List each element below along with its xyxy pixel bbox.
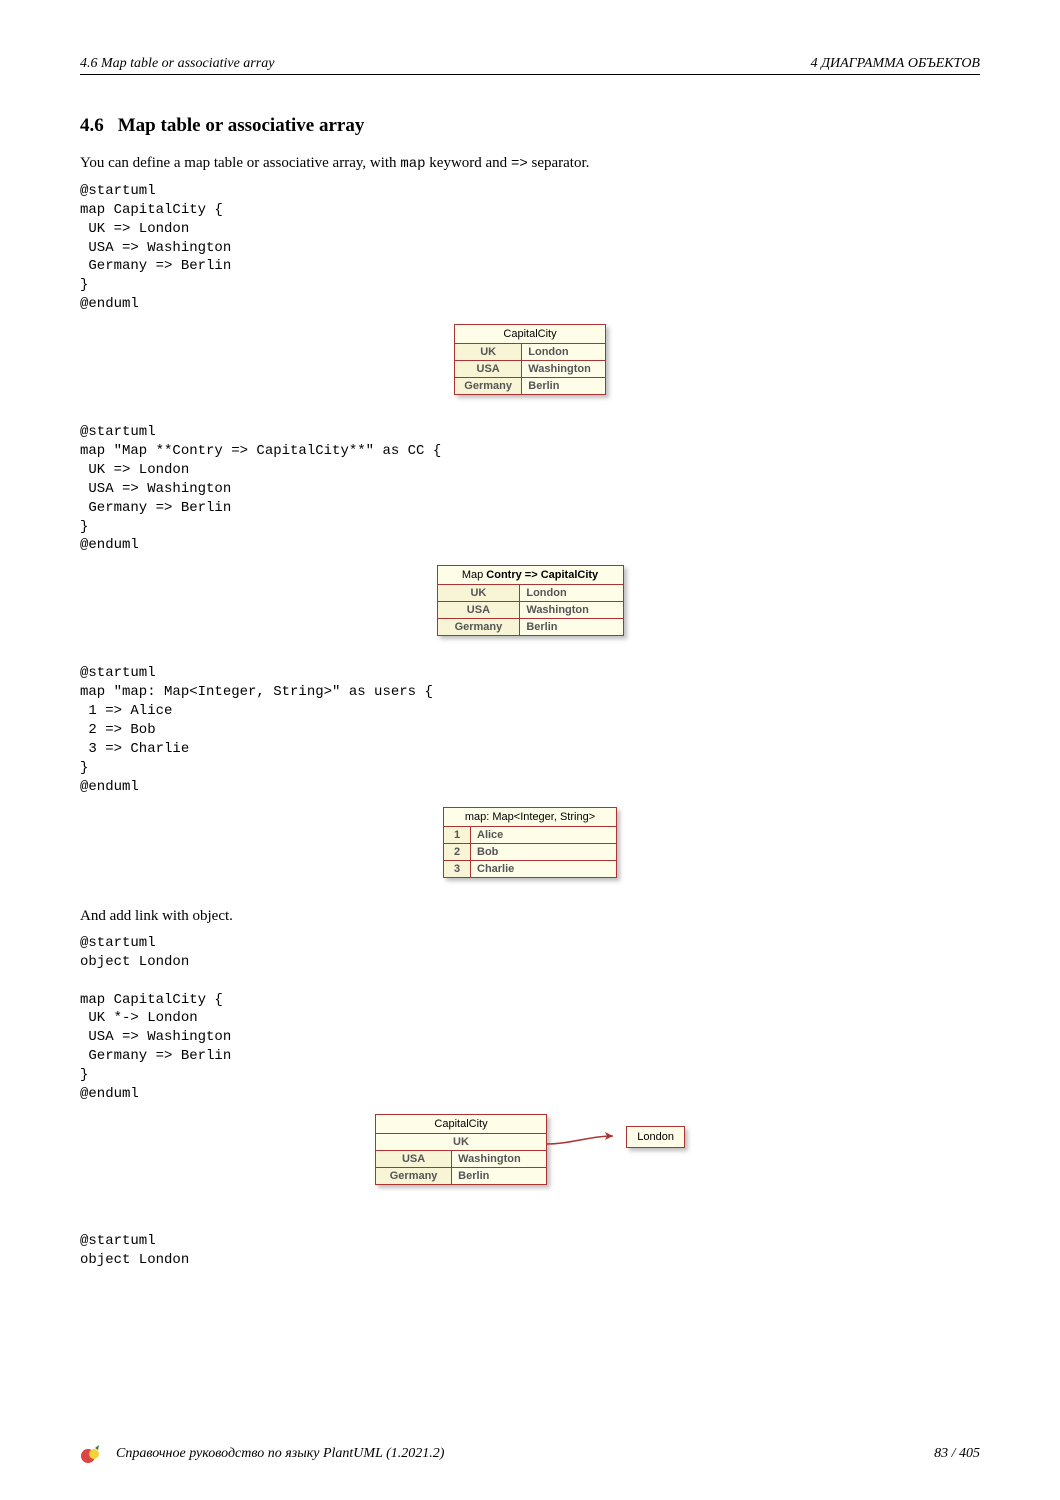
map-value: Berlin — [520, 619, 623, 636]
map-value: Washington — [520, 602, 623, 619]
header-left: 4.6 Map table or associative array — [80, 56, 274, 72]
table-row: USAWashington — [438, 602, 623, 619]
map-value: Washington — [452, 1150, 546, 1167]
code-block-3: @startuml map "map: Map<Integer, String>… — [80, 664, 980, 796]
table-row: USAWashington — [376, 1150, 546, 1167]
footer-left: Справочное руководство по языку PlantUML… — [80, 1442, 444, 1466]
diagram-1: CapitalCity UKLondon USAWashington Germa… — [80, 324, 980, 395]
section-number: 4.6 — [80, 115, 104, 136]
map-value: Charlie — [471, 860, 617, 877]
diagram-title: map: Map<Integer, String> — [444, 808, 616, 827]
page-footer: Справочное руководство по языку PlantUML… — [80, 1442, 980, 1466]
mid-paragraph: And add link with object. — [80, 906, 980, 926]
map-value: London — [522, 344, 605, 361]
footer-text: Справочное руководство по языку PlantUML… — [116, 1446, 444, 1462]
header-right: 4 ДИАГРАММА ОБЪЕКТОВ — [811, 56, 980, 72]
map-key: Germany — [455, 378, 522, 395]
map-key: UK — [438, 585, 520, 602]
arrow-keyword: => — [511, 156, 528, 172]
table-row: UKLondon — [438, 585, 623, 602]
table-row: GermanyBerlin — [438, 619, 623, 636]
page-number: 83 / 405 — [934, 1446, 980, 1462]
map-key: USA — [438, 602, 520, 619]
table-row: USAWashington — [455, 361, 605, 378]
map-key: UK — [455, 344, 522, 361]
map-key: USA — [455, 361, 522, 378]
map-value: Washington — [522, 361, 605, 378]
table-row: 1Alice — [444, 827, 616, 844]
map-key: 1 — [444, 827, 471, 844]
link-arrow-icon — [545, 1114, 625, 1174]
map-keyword: map — [400, 156, 425, 172]
map-value: Bob — [471, 843, 617, 860]
plantuml-logo-icon — [80, 1442, 104, 1466]
table-row: UK — [376, 1134, 546, 1151]
title-prefix: Map — [462, 569, 486, 581]
section-heading: 4.6 Map table or associative array — [80, 115, 980, 137]
table-row: GermanyBerlin — [376, 1167, 546, 1184]
table-row: GermanyBerlin — [455, 378, 605, 395]
map-key: Germany — [376, 1167, 452, 1184]
map-value: London — [520, 585, 623, 602]
intro-paragraph: You can define a map table or associativ… — [80, 153, 980, 174]
table-row: UKLondon — [455, 344, 605, 361]
intro-text: You can define a map table or associativ… — [80, 155, 400, 171]
map-value: Alice — [471, 827, 617, 844]
diagram-title: Map Contry => CapitalCity — [438, 566, 623, 585]
linked-object: London — [626, 1126, 685, 1148]
diagram-title: CapitalCity — [376, 1115, 546, 1134]
map-key: 3 — [444, 860, 471, 877]
diagram-4: CapitalCity UK USAWashington GermanyBerl… — [80, 1114, 980, 1204]
diagram-3: map: Map<Integer, String> 1Alice 2Bob 3C… — [80, 807, 980, 878]
map-key: 2 — [444, 843, 471, 860]
table-row: 3Charlie — [444, 860, 616, 877]
map-value: Berlin — [522, 378, 605, 395]
code-block-1: @startuml map CapitalCity { UK => London… — [80, 182, 980, 314]
intro-text: keyword and — [426, 155, 511, 171]
code-block-5: @startuml object London — [80, 1232, 980, 1270]
diagram-title: CapitalCity — [455, 325, 605, 344]
code-block-4: @startuml object London map CapitalCity … — [80, 934, 980, 1104]
map-value: Berlin — [452, 1167, 546, 1184]
intro-text: separator. — [528, 155, 590, 171]
section-title: Map table or associative array — [118, 115, 365, 136]
running-header: 4.6 Map table or associative array 4 ДИА… — [80, 56, 980, 75]
map-key: USA — [376, 1150, 452, 1167]
title-bold: Contry => CapitalCity — [486, 569, 598, 581]
map-key-link: UK — [376, 1134, 546, 1151]
table-row: 2Bob — [444, 843, 616, 860]
map-key: Germany — [438, 619, 520, 636]
code-block-2: @startuml map "Map **Contry => CapitalCi… — [80, 423, 980, 555]
diagram-2: Map Contry => CapitalCity UKLondon USAWa… — [80, 565, 980, 636]
